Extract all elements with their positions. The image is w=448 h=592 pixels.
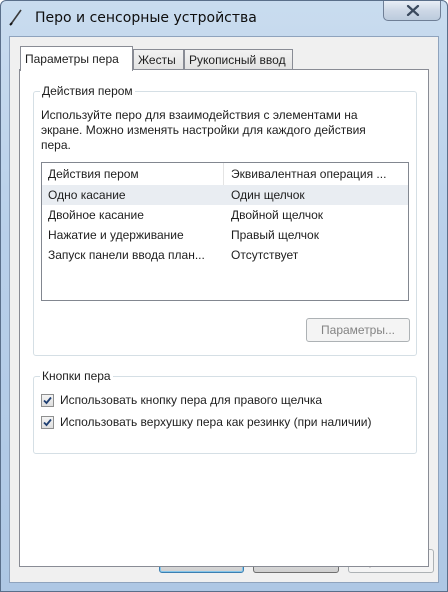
pen-actions-group-label: Действия пером [40,84,135,98]
pen-buttons-group: Кнопки пера Использовать кнопку пера для… [33,369,417,454]
tab-label: Рукописный ввод [189,53,286,67]
list-item[interactable]: Запуск панели ввода план... Отсутствует [42,245,408,265]
list-item[interactable]: Двойное касание Двойной щелчок [42,205,408,225]
tab-label: Параметры пера [25,52,119,66]
pen-actions-group: Действия пером Используйте перо для взаи… [33,84,417,356]
list-header: Действия пером Эквивалентная операция ..… [42,163,408,186]
tab-panel-pen-settings: Действия пером Используйте перо для взаи… [19,69,429,567]
tab-pen-settings[interactable]: Параметры пера [20,46,133,71]
description-line: экране. Можно изменять настройки для каж… [41,123,366,137]
title-bar[interactable]: Перо и сенсорные устройства [1,1,447,35]
list-item[interactable]: Одно касание Один щелчок [42,185,408,205]
description-line: пера. [41,138,71,152]
settings-button[interactable]: Параметры... [306,318,410,342]
right-click-checkbox[interactable] [41,394,54,407]
action-cell: Нажатие и удерживание [48,228,184,242]
pen-icon [7,7,27,27]
column-header-action[interactable]: Действия пером [48,167,139,181]
close-icon [406,5,420,16]
action-cell: Двойное касание [48,208,144,222]
checkmark-icon [43,418,52,427]
right-click-label[interactable]: Использовать кнопку пера для правого щел… [60,393,322,407]
window-title: Перо и сенсорные устройства [35,10,257,26]
action-cell: Одно касание [48,188,126,202]
equivalent-cell: Отсутствует [231,248,299,262]
equivalent-cell: Двойной щелчок [231,208,324,222]
dialog-window: Перо и сенсорные устройства Параметры пе… [0,0,448,592]
action-cell: Запуск панели ввода план... [48,248,205,262]
tab-gestures[interactable]: Жесты [133,49,184,69]
column-header-equivalent[interactable]: Эквивалентная операция ... [231,167,386,181]
dialog-client-area: Параметры пера Жесты Рукописный ввод Дей… [9,36,439,583]
tab-label: Жесты [138,53,176,67]
description-line: Используйте перо для взаимодействия с эл… [41,108,358,122]
pen-actions-description: Используйте перо для взаимодействия с эл… [41,108,411,153]
close-button[interactable] [383,1,441,21]
tab-handwriting[interactable]: Рукописный ввод [184,49,293,69]
equivalent-cell: Один щелчок [231,188,305,202]
pen-buttons-group-label: Кнопки пера [40,369,113,383]
checkmark-icon [43,396,52,405]
eraser-checkbox[interactable] [41,416,54,429]
eraser-label[interactable]: Использовать верхушку пера как резинку (… [60,415,371,429]
pen-actions-list[interactable]: Действия пером Эквивалентная операция ..… [41,162,409,301]
column-divider[interactable] [223,163,224,185]
equivalent-cell: Правый щелчок [231,228,319,242]
list-item[interactable]: Нажатие и удерживание Правый щелчок [42,225,408,245]
